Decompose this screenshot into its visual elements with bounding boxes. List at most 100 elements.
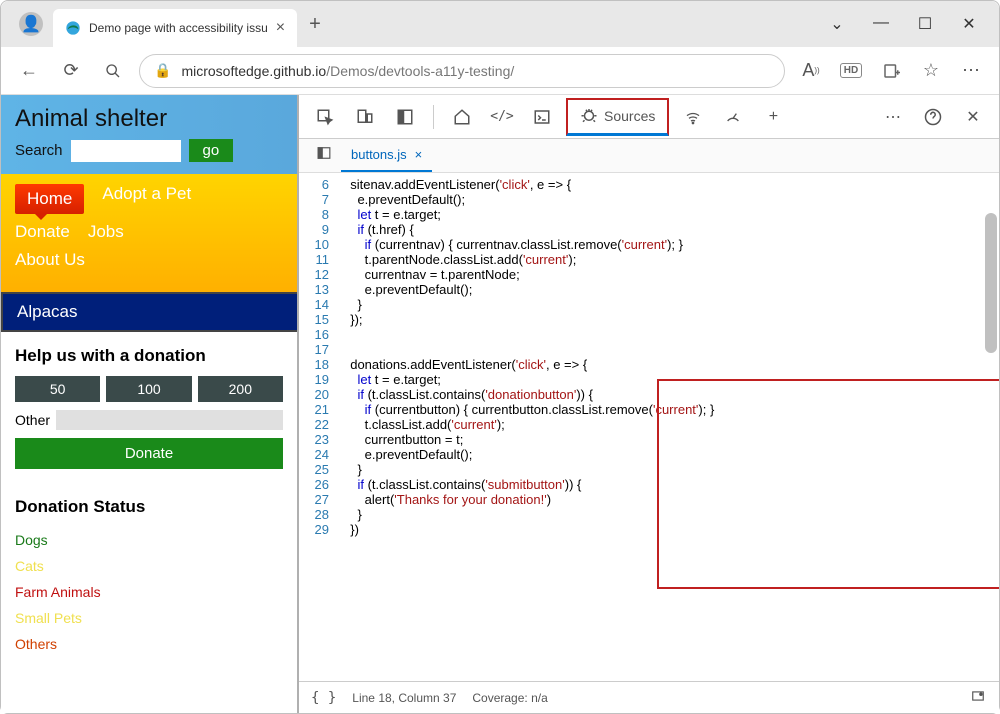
status-cats[interactable]: Cats (15, 553, 283, 579)
more-icon[interactable]: ⋯ (955, 55, 987, 87)
performance-tab-icon[interactable] (717, 101, 749, 133)
collections-icon[interactable] (875, 55, 907, 87)
other-amount-input[interactable] (56, 410, 283, 430)
line-number[interactable]: 13 (299, 282, 343, 297)
nav-adopt[interactable]: Adopt a Pet (102, 184, 191, 214)
close-tab-icon[interactable]: × (276, 19, 285, 37)
code-line[interactable]: 24 e.preventDefault(); (299, 447, 999, 462)
line-number[interactable]: 12 (299, 267, 343, 282)
status-badge-icon[interactable] (969, 689, 987, 706)
line-number[interactable]: 8 (299, 207, 343, 222)
go-button[interactable]: go (189, 139, 234, 162)
hd-badge[interactable]: HD (835, 55, 867, 87)
status-dogs[interactable]: Dogs (15, 527, 283, 553)
line-number[interactable]: 29 (299, 522, 343, 537)
code-line[interactable]: 15 }); (299, 312, 999, 327)
profile-avatar[interactable]: 👤 (19, 12, 43, 36)
line-number[interactable]: 11 (299, 252, 343, 267)
code-line[interactable]: 27 alert('Thanks for your donation!') (299, 492, 999, 507)
search-input[interactable] (71, 140, 181, 162)
status-small[interactable]: Small Pets (15, 605, 283, 631)
donate-button[interactable]: Donate (15, 438, 283, 469)
scrollbar[interactable] (985, 213, 997, 353)
favorite-icon[interactable]: ☆ (915, 55, 947, 87)
code-line[interactable]: 11 t.parentNode.classList.add('current')… (299, 252, 999, 267)
devtools-more-icon[interactable]: ⋯ (877, 101, 909, 133)
nav-alpacas[interactable]: Alpacas (1, 292, 297, 332)
line-number[interactable]: 28 (299, 507, 343, 522)
url-input[interactable]: 🔒 microsoftedge.github.io/Demos/devtools… (139, 54, 785, 88)
line-number[interactable]: 18 (299, 357, 343, 372)
code-line[interactable]: 10 if (currentnav) { currentnav.classLis… (299, 237, 999, 252)
device-icon[interactable] (349, 101, 381, 133)
status-farm[interactable]: Farm Animals (15, 579, 283, 605)
line-number[interactable]: 9 (299, 222, 343, 237)
donate-50[interactable]: 50 (15, 376, 100, 402)
refresh-button[interactable]: ⟳ (55, 55, 87, 87)
minimize-button[interactable]: — (871, 14, 891, 34)
line-number[interactable]: 6 (299, 177, 343, 192)
code-line[interactable]: 14 } (299, 297, 999, 312)
help-icon[interactable] (917, 101, 949, 133)
close-window-button[interactable]: ✕ (959, 14, 979, 34)
line-number[interactable]: 25 (299, 462, 343, 477)
line-number[interactable]: 26 (299, 477, 343, 492)
line-number[interactable]: 27 (299, 492, 343, 507)
search-icon[interactable] (97, 55, 129, 87)
line-number[interactable]: 20 (299, 387, 343, 402)
code-line[interactable]: 28 } (299, 507, 999, 522)
pretty-print-icon[interactable]: { } (311, 690, 336, 706)
close-file-icon[interactable]: × (415, 147, 423, 162)
line-number[interactable]: 7 (299, 192, 343, 207)
code-line[interactable]: 29 }) (299, 522, 999, 537)
code-line[interactable]: 13 e.preventDefault(); (299, 282, 999, 297)
code-line[interactable]: 9 if (t.href) { (299, 222, 999, 237)
status-others[interactable]: Others (15, 631, 283, 657)
code-line[interactable]: 6 sitenav.addEventListener('click', e =>… (299, 177, 999, 192)
line-number[interactable]: 10 (299, 237, 343, 252)
new-tab-button[interactable]: + (309, 13, 321, 36)
welcome-tab-icon[interactable] (446, 101, 478, 133)
donate-200[interactable]: 200 (198, 376, 283, 402)
line-number[interactable]: 16 (299, 327, 343, 342)
nav-jobs[interactable]: Jobs (88, 222, 124, 242)
line-number[interactable]: 19 (299, 372, 343, 387)
line-number[interactable]: 24 (299, 447, 343, 462)
add-tab-icon[interactable]: + (757, 101, 789, 133)
nav-about[interactable]: About Us (15, 250, 85, 270)
dock-icon[interactable] (389, 101, 421, 133)
line-number[interactable]: 23 (299, 432, 343, 447)
code-line[interactable]: 19 let t = e.target; (299, 372, 999, 387)
line-number[interactable]: 14 (299, 297, 343, 312)
line-number[interactable]: 22 (299, 417, 343, 432)
code-line[interactable]: 25 } (299, 462, 999, 477)
line-number[interactable]: 15 (299, 312, 343, 327)
code-line[interactable]: 7 e.preventDefault(); (299, 192, 999, 207)
code-line[interactable]: 17 (299, 342, 999, 357)
code-line[interactable]: 12 currentnav = t.parentNode; (299, 267, 999, 282)
nav-donate[interactable]: Donate (15, 222, 70, 242)
nav-home[interactable]: Home (15, 184, 84, 214)
code-line[interactable]: 8 let t = e.target; (299, 207, 999, 222)
back-button[interactable]: ← (13, 55, 45, 87)
network-tab-icon[interactable] (677, 101, 709, 133)
code-line[interactable]: 20 if (t.classList.contains('donationbut… (299, 387, 999, 402)
close-devtools-icon[interactable]: ✕ (957, 101, 989, 133)
code-line[interactable]: 16 (299, 327, 999, 342)
inspect-icon[interactable] (309, 101, 341, 133)
code-editor[interactable]: 6 sitenav.addEventListener('click', e =>… (299, 173, 999, 681)
code-line[interactable]: 22 t.classList.add('current'); (299, 417, 999, 432)
donate-100[interactable]: 100 (106, 376, 191, 402)
file-tab-buttons-js[interactable]: buttons.js × (341, 139, 432, 172)
maximize-button[interactable]: ☐ (915, 14, 935, 34)
browser-tab[interactable]: Demo page with accessibility issu × (53, 9, 297, 47)
code-line[interactable]: 26 if (t.classList.contains('submitbutto… (299, 477, 999, 492)
sources-tab[interactable]: Sources (566, 98, 669, 136)
console-tab-icon[interactable] (526, 101, 558, 133)
toggle-navigator-icon[interactable] (307, 146, 341, 165)
code-line[interactable]: 23 currentbutton = t; (299, 432, 999, 447)
read-aloud-icon[interactable]: A)) (795, 55, 827, 87)
line-number[interactable]: 21 (299, 402, 343, 417)
code-line[interactable]: 21 if (currentbutton) { currentbutton.cl… (299, 402, 999, 417)
line-number[interactable]: 17 (299, 342, 343, 357)
